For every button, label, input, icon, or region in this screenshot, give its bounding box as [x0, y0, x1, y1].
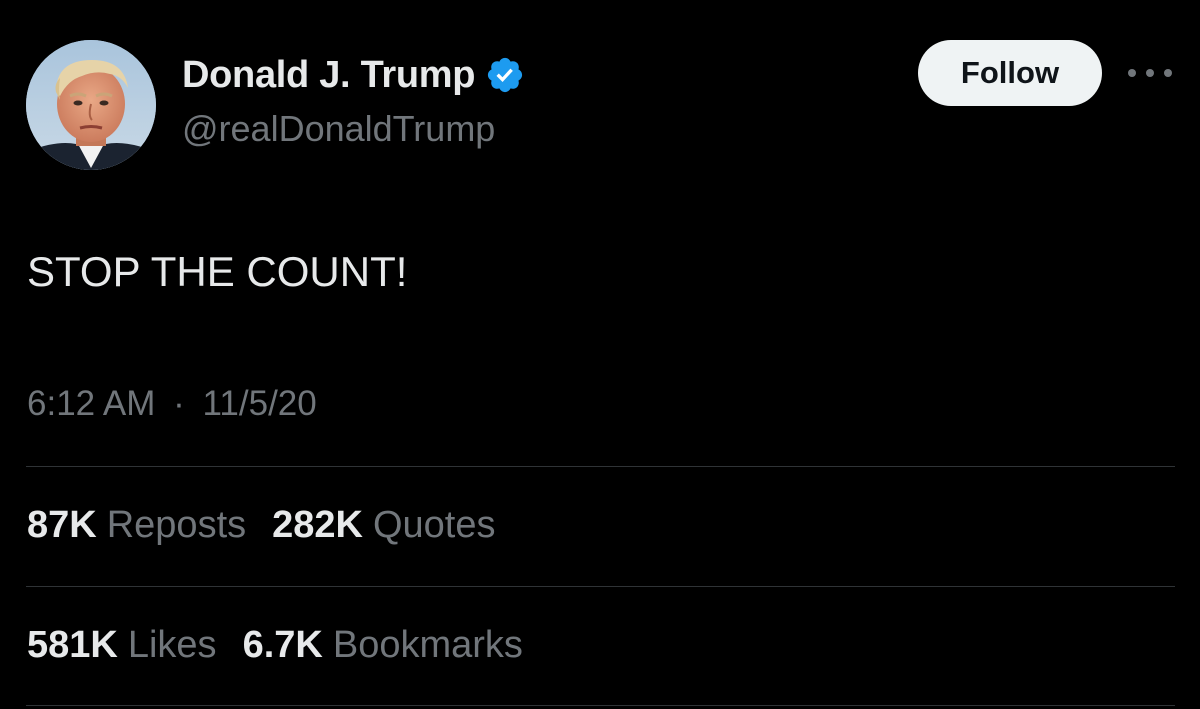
reposts-count: 87K [27, 504, 97, 546]
quotes-count: 282K [272, 504, 363, 546]
likes-stat[interactable]: 581K Likes [27, 624, 217, 667]
reposts-label: Reposts [106, 504, 247, 546]
more-dot [1164, 69, 1172, 77]
engagement-row-likes-bookmarks: 581K Likes 6.7K Bookmarks [27, 624, 549, 667]
verified-badge-icon[interactable] [485, 55, 525, 95]
bookmarks-label: Bookmarks [332, 624, 523, 666]
divider [26, 586, 1175, 587]
more-dot [1128, 69, 1136, 77]
follow-button[interactable]: Follow [918, 40, 1102, 106]
bookmarks-count: 6.7K [242, 624, 323, 666]
reposts-stat[interactable]: 87K Reposts [27, 504, 246, 547]
likes-count: 581K [27, 624, 118, 666]
tweet-time[interactable]: 6:12 AM [27, 384, 155, 423]
likes-label: Likes [127, 624, 217, 666]
divider [26, 705, 1175, 706]
more-dot [1146, 69, 1154, 77]
quotes-label: Quotes [372, 504, 496, 546]
engagement-row-reposts-quotes: 87K Reposts 282K Quotes [27, 504, 522, 547]
timestamp-separator: · [173, 384, 185, 423]
author-handle[interactable]: @realDonaldTrump [182, 108, 495, 150]
quotes-stat[interactable]: 282K Quotes [272, 504, 495, 547]
bookmarks-stat[interactable]: 6.7K Bookmarks [243, 624, 523, 667]
tweet-timestamp[interactable]: 6:12 AM · 11/5/20 [27, 384, 317, 424]
tweet-detail: Donald J. Trump @realDonaldTrump Follow … [0, 0, 1200, 709]
avatar[interactable] [26, 40, 156, 170]
more-options-icon[interactable] [1128, 58, 1172, 88]
author-display-name[interactable]: Donald J. Trump [182, 54, 476, 97]
tweet-text: STOP THE COUNT! [27, 248, 408, 295]
author-name-row[interactable]: Donald J. Trump [182, 50, 525, 100]
tweet-date[interactable]: 11/5/20 [203, 384, 317, 423]
divider [26, 466, 1175, 467]
avatar-image [26, 40, 156, 170]
